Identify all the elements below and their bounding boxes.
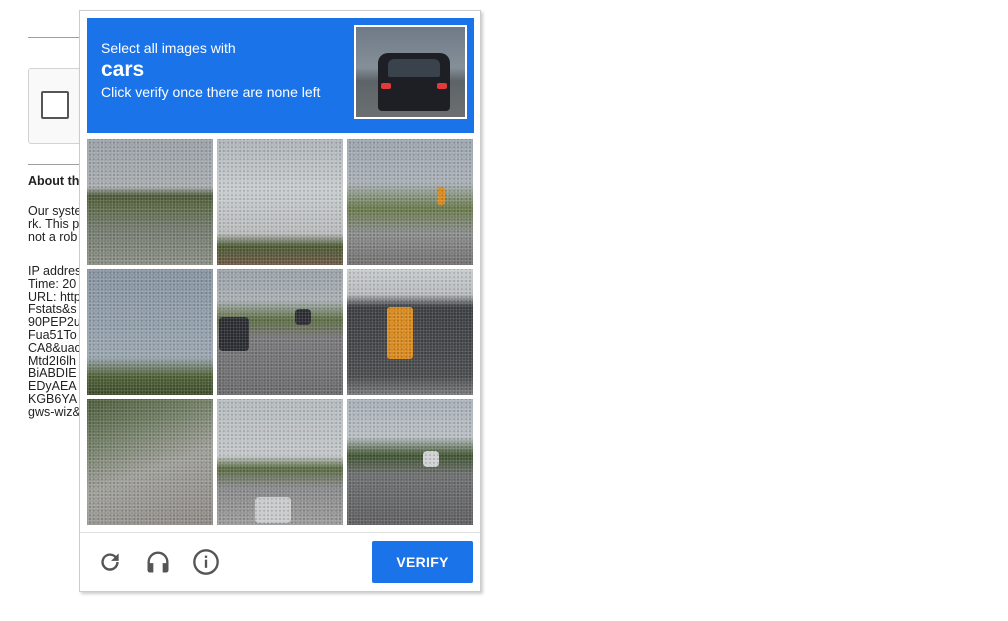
- image-tile[interactable]: [347, 269, 473, 395]
- reload-icon[interactable]: [94, 546, 126, 578]
- instruction-subtext: Click verify once there are none left: [101, 84, 321, 100]
- image-tile[interactable]: [217, 399, 343, 525]
- recaptcha-challenge-dialog: Select all images with cars Click verify…: [79, 10, 481, 592]
- image-tile[interactable]: [87, 269, 213, 395]
- verify-button[interactable]: VERIFY: [372, 541, 473, 583]
- image-tile[interactable]: [87, 139, 213, 265]
- image-tile[interactable]: [87, 399, 213, 525]
- image-tile[interactable]: [217, 139, 343, 265]
- info-icon[interactable]: [190, 546, 222, 578]
- instruction-text: Select all images with: [101, 40, 236, 56]
- image-tile[interactable]: [217, 269, 343, 395]
- footer-divider: [80, 532, 480, 533]
- about-heading: About th: [28, 174, 80, 188]
- image-tile[interactable]: [347, 139, 473, 265]
- image-tile[interactable]: [347, 399, 473, 525]
- sample-image: [354, 25, 467, 119]
- challenge-header: Select all images with cars Click verify…: [87, 18, 474, 133]
- target-object: cars: [101, 58, 145, 81]
- recaptcha-checkbox[interactable]: [41, 91, 69, 119]
- car-image: [378, 53, 450, 111]
- headphones-icon[interactable]: [142, 546, 174, 578]
- image-grid: [87, 139, 474, 526]
